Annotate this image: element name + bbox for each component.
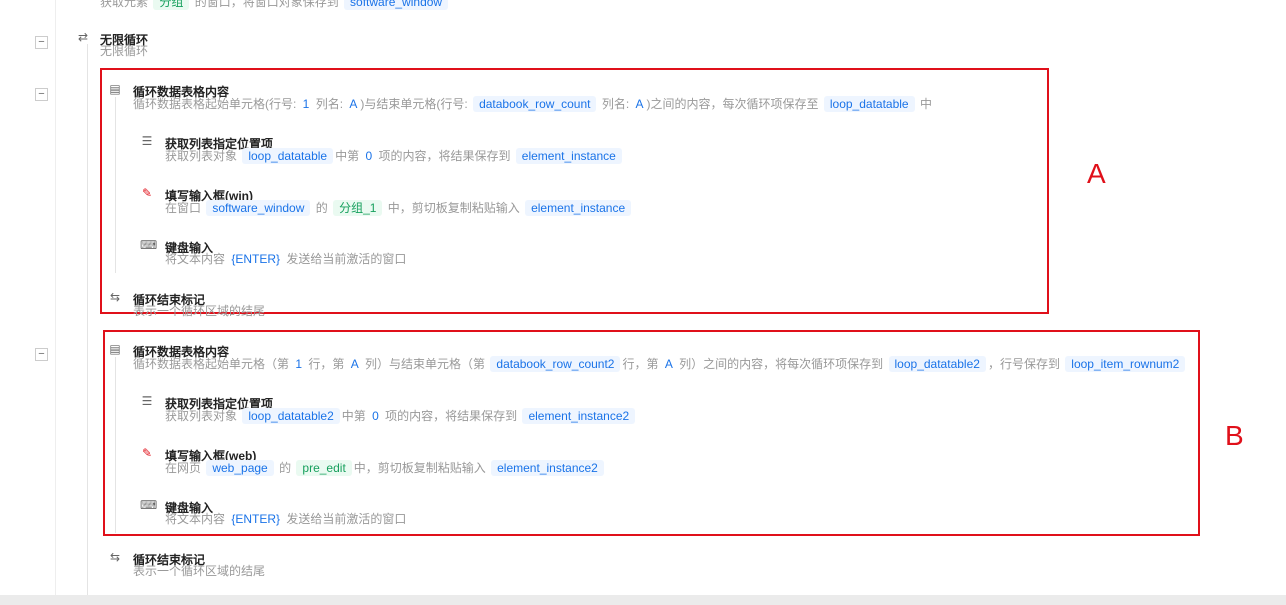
step-description: 获取元素 分组 的窗口，将窗口对象保存到 software_window (100, 0, 450, 12)
value-literal: {ENTER} (231, 252, 281, 266)
value-literal: A (350, 357, 359, 371)
variable-tag[interactable]: web_page (206, 460, 274, 476)
desc-text: 的窗口，将窗口对象保存到 (191, 0, 343, 9)
collapse-button[interactable]: − (35, 348, 48, 361)
desc-text: 将文本内容 (165, 512, 229, 526)
tree-line (87, 44, 88, 595)
edit-icon: ✎ (141, 446, 153, 460)
variable-tag[interactable]: loop_item_rownum2 (1065, 356, 1186, 372)
list-icon: ☰ (141, 134, 153, 148)
variable-tag[interactable]: loop_datatable (823, 96, 915, 112)
step-description: 循环数据表格起始单元格(行号: 1 列名: A)与结束单元格(行号: datab… (133, 94, 932, 114)
desc-text: )之间的内容，每次循环项保存至 (646, 97, 822, 111)
value-literal: 0 (372, 409, 379, 423)
value-literal: A (635, 97, 644, 111)
desc-text: 在窗口 (165, 201, 205, 215)
desc-text: 中第 (341, 409, 370, 423)
desc-text: 中 (916, 97, 932, 111)
annotation-a: A (1087, 158, 1106, 189)
desc-text: 中，剪切板复制粘贴输入 (384, 201, 524, 215)
step-description: 将文本内容 {ENTER} 发送给当前激活的窗口 (165, 249, 406, 269)
desc-text: 表示一个循环区域的结尾 (133, 564, 266, 578)
variable-tag[interactable]: element_instance (525, 200, 632, 216)
desc-text: 的 (312, 201, 332, 215)
desc-text: 将文本内容 (165, 252, 229, 266)
desc-text: 获取列表对象 (165, 409, 241, 423)
keyboard-icon: ⌨ (140, 238, 158, 252)
step-description: 在网页 web_page 的 pre_edit 中，剪切板复制粘贴输入 eleme… (165, 458, 606, 478)
value-literal: 0 (365, 149, 373, 163)
desc-text: 列名: (312, 97, 347, 111)
variable-tag[interactable]: databook_row_count (473, 96, 597, 112)
desc-text: 中第 (335, 149, 363, 163)
desc-text: 中，剪切板复制粘贴输入 (353, 461, 490, 475)
variable-tag[interactable]: databook_row_count2 (490, 356, 621, 372)
variable-tag[interactable]: 分组_1 (333, 200, 383, 216)
desc-text: 获取列表对象 (165, 149, 241, 163)
desc-text: ，行号保存到 (987, 357, 1064, 371)
variable-tag[interactable]: element_instance2 (491, 460, 604, 476)
list-icon: ☰ (141, 394, 153, 408)
variable-tag[interactable]: loop_datatable2 (888, 356, 986, 372)
keyboard-icon: ⌨ (140, 498, 158, 512)
value-literal: 1 (302, 97, 310, 111)
step-description: 在窗口 software_window 的 分组_1 中，剪切板复制粘贴输入 e… (165, 198, 633, 218)
loop-end-icon: ⇆ (109, 290, 121, 304)
desc-text: 行，第 (622, 357, 662, 371)
annotation-b: B (1225, 420, 1244, 451)
step-description: 循环数据表格起始单元格（第 1 行，第 A 列）与结束单元格（第 databoo… (133, 354, 1187, 374)
desc-text: 列）之间的内容，将每次循环项保存到 (675, 357, 887, 371)
desc-text: 获取元素 (100, 0, 152, 9)
step-description: 获取列表对象 loop_datatable2 中第 0 项的内容，将结果保存到 e… (165, 406, 637, 426)
variable-tag[interactable]: element_instance (515, 148, 622, 164)
desc-text: 行，第 (305, 357, 348, 371)
desc-text: 无限循环 (100, 44, 149, 58)
desc-text: 发送给当前激活的窗口 (283, 252, 407, 266)
step-description: 表示一个循环区域的结尾 (133, 301, 265, 321)
step-description: 将文本内容 {ENTER} 发送给当前激活的窗口 (165, 509, 406, 529)
horizontal-scrollbar[interactable] (0, 595, 1286, 605)
variable-tag[interactable]: software_window (206, 200, 311, 216)
desc-text: 项的内容，将结果保存到 (381, 409, 521, 423)
desc-text: 发送给当前激活的窗口 (283, 512, 407, 526)
desc-text: 循环数据表格起始单元格(行号: (133, 97, 300, 111)
step-description: 表示一个循环区域的结尾 (133, 561, 265, 581)
table-loop-icon: ▤ (109, 342, 121, 356)
variable-tag[interactable]: 分组 (153, 0, 190, 10)
variable-tag[interactable]: loop_datatable (242, 148, 334, 164)
step-description: 获取列表对象 loop_datatable 中第 0 项的内容，将结果保存到 el… (165, 146, 624, 166)
desc-text: 循环数据表格起始单元格（第 (133, 357, 293, 371)
loop-end-icon: ⇆ (109, 550, 121, 564)
collapse-button[interactable]: − (35, 36, 48, 49)
value-literal: A (349, 97, 358, 111)
variable-tag[interactable]: software_window (344, 0, 449, 10)
variable-tag[interactable]: loop_datatable2 (242, 408, 340, 424)
edit-icon: ✎ (141, 186, 153, 200)
variable-tag[interactable]: element_instance2 (522, 408, 636, 424)
desc-text: 项的内容，将结果保存到 (375, 149, 514, 163)
desc-text: 的 (275, 461, 295, 475)
desc-text: 在网页 (165, 461, 205, 475)
gutter-divider (55, 0, 56, 595)
desc-text: )与结束单元格(行号: (360, 97, 472, 111)
variable-tag[interactable]: pre_edit (296, 460, 352, 476)
loop-icon: ⇄ (77, 30, 89, 44)
collapse-button[interactable]: − (35, 88, 48, 101)
desc-text: 列名: (598, 97, 633, 111)
value-literal: 1 (295, 357, 303, 371)
value-literal: A (664, 357, 673, 371)
table-loop-icon: ▤ (109, 82, 121, 96)
desc-text: 表示一个循环区域的结尾 (133, 304, 266, 318)
value-literal: {ENTER} (231, 512, 281, 526)
step-description: 无限循环 (100, 41, 148, 61)
desc-text: 列）与结束单元格（第 (361, 357, 489, 371)
